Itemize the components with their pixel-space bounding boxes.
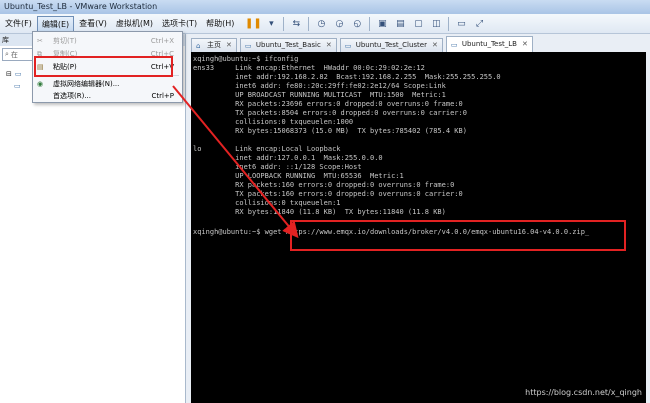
arrow-line xyxy=(172,85,299,239)
annotation-arrow xyxy=(172,85,299,239)
watermark: https://blog.csdn.net/x_qingh xyxy=(525,388,642,397)
